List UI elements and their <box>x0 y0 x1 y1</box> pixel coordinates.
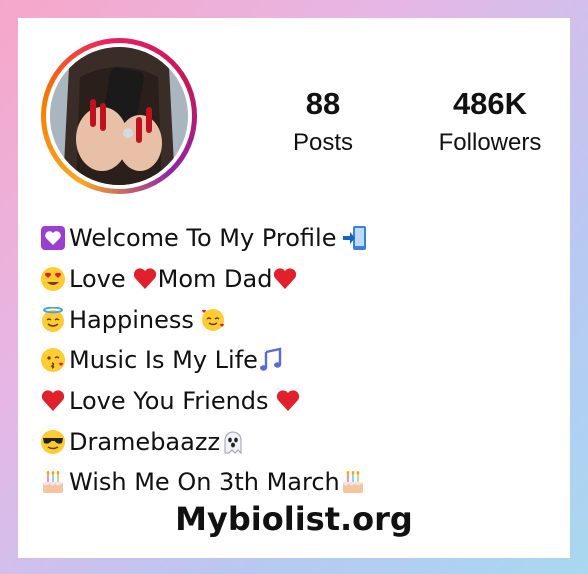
music-notes-icon <box>259 347 282 372</box>
purple-heart-icon <box>41 226 65 251</box>
bio-text: Happiness <box>69 305 194 334</box>
posts-count: 88 <box>305 86 341 121</box>
avatar[interactable] <box>41 38 197 194</box>
profile-photo <box>50 47 188 185</box>
bio-line: Music Is My Life <box>40 340 560 381</box>
followers-count: 486K <box>452 86 528 121</box>
profile-card: 88 Posts 486K Followers Welcome To My Pr… <box>18 18 570 558</box>
sunglasses-face-icon <box>41 429 65 454</box>
bio-line: Love Mom Dad <box>40 259 560 300</box>
site-watermark: Mybiolist.org <box>175 500 413 538</box>
bio: Welcome To My Profile Love Mom Dad Happi… <box>40 218 560 503</box>
bio-line: Wish Me On 3th March <box>40 462 560 503</box>
bio-line: Love You Friends <box>40 381 560 422</box>
heart-eyes-icon <box>41 267 65 292</box>
red-heart-icon <box>276 390 299 412</box>
posts-stat[interactable]: 88 Posts <box>263 86 383 158</box>
bio-text: Wish Me On 3th March <box>69 468 340 497</box>
bio-text: Dramebaazz <box>69 427 221 456</box>
halo-face-icon <box>42 306 64 332</box>
red-heart-icon <box>41 390 65 412</box>
bio-line: Dramebaazz <box>40 421 560 462</box>
smiling-hearts-face-icon <box>201 308 224 331</box>
red-heart-icon <box>274 268 297 290</box>
red-heart-icon <box>133 268 156 290</box>
birthday-cake-icon <box>342 471 363 494</box>
birthday-cake-icon <box>43 471 63 494</box>
followers-label: Followers <box>438 129 542 156</box>
bio-text: Music Is My Life <box>69 346 258 375</box>
bio-text: Love You Friends <box>69 387 269 416</box>
bio-text: Love <box>69 265 126 294</box>
mobile-arrow-icon <box>343 226 367 251</box>
bio-line: Happiness <box>40 299 560 340</box>
bio-text: Welcome To My Profile <box>69 224 337 253</box>
bio-text: Mom Dad <box>157 265 273 294</box>
followers-stat[interactable]: 486K Followers <box>420 86 560 158</box>
posts-label: Posts <box>292 129 354 156</box>
bio-line: Welcome To My Profile <box>40 218 560 259</box>
kissing-face-icon <box>41 348 65 373</box>
ghost-icon <box>224 431 242 454</box>
